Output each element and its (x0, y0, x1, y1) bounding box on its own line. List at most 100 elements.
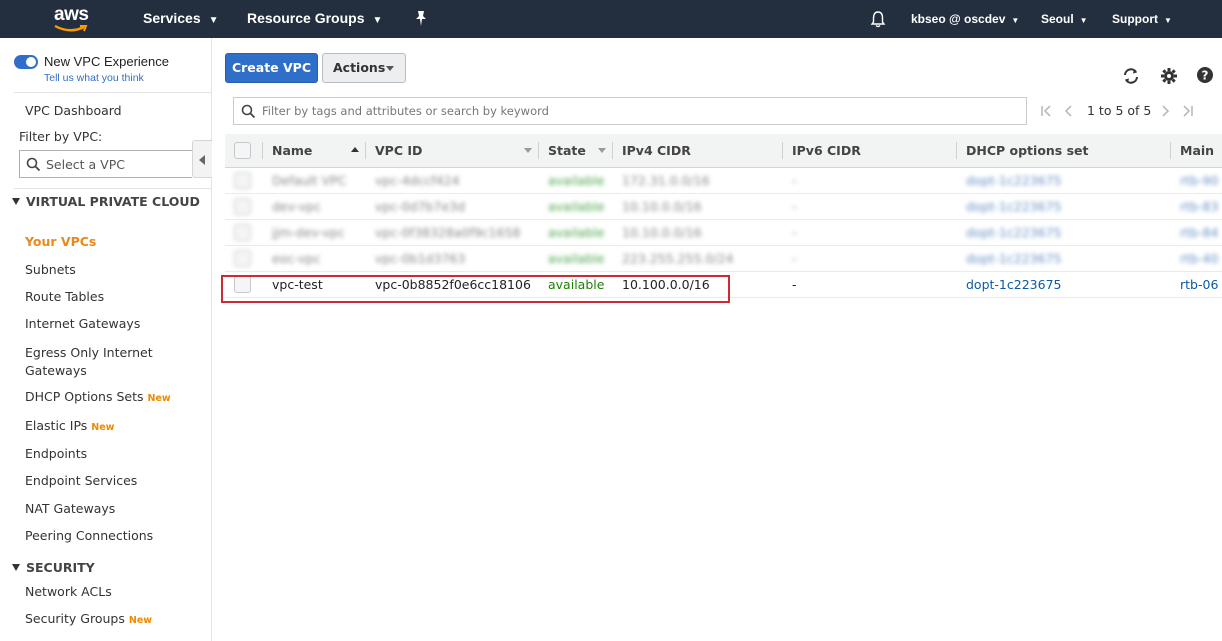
aws-logo[interactable]: aws (54, 4, 94, 34)
filter-search-input[interactable]: Filter by tags and attributes or search … (233, 97, 1027, 125)
caret-down-icon (386, 66, 394, 71)
cell-state: available (538, 245, 612, 272)
column-label: IPv6 CIDR (792, 142, 861, 158)
sidebar-item-label: Internet Gateways (25, 316, 141, 331)
row-checkbox[interactable] (234, 249, 251, 267)
vpc-table: Name VPC ID State IPv4 CIDR IPv6 CIDR DH… (225, 134, 1222, 298)
column-header-name[interactable]: Name (262, 134, 365, 168)
support-menu[interactable]: Support ▼ (1112, 12, 1172, 26)
sidebar-item-label: DHCP Options Sets (25, 389, 144, 404)
help-icon[interactable]: ? (1196, 66, 1214, 88)
column-label: Main (1180, 142, 1215, 158)
region-menu[interactable]: Seoul ▼ (1041, 12, 1088, 26)
bell-icon[interactable] (870, 10, 886, 32)
cell-name: eoc-vpc (262, 245, 365, 272)
actions-label: Actions (333, 60, 386, 75)
sidebar-item-your-vpcs[interactable]: Your VPCs (25, 234, 96, 249)
services-menu[interactable]: Services ▼ (143, 10, 219, 26)
feedback-link[interactable]: Tell us what you think (44, 72, 144, 84)
cell-name: dev-vpc (262, 193, 365, 220)
sidebar-item-label: Route Tables (25, 289, 105, 304)
sort-icon (598, 148, 606, 153)
cell-ipv6-cidr: - (782, 245, 956, 272)
cell-dhcp-link[interactable]: dopt-1c223675 (956, 245, 1170, 272)
caret-down-icon (12, 564, 20, 571)
sort-icon (524, 148, 532, 153)
collapse-sidebar-button[interactable] (192, 140, 212, 178)
pagination-count: 1 to 5 of 5 (1087, 103, 1152, 118)
gear-icon[interactable] (1160, 67, 1178, 89)
column-header-vpc-id[interactable]: VPC ID (365, 134, 538, 168)
cell-state: available (538, 219, 612, 246)
account-menu[interactable]: kbseo @ oscdev ▼ (911, 12, 1019, 26)
row-checkbox[interactable] (234, 223, 251, 241)
sidebar-item-security-groups[interactable]: Security Groups New (25, 611, 152, 626)
sidebar-item-subnets[interactable]: Subnets (25, 262, 76, 277)
prev-page-icon[interactable] (1063, 103, 1073, 122)
search-icon (26, 157, 41, 172)
sidebar-item-nat-gateways[interactable]: NAT Gateways (25, 501, 115, 516)
column-label: State (548, 142, 586, 158)
cell-ipv6-cidr: - (782, 193, 956, 220)
actions-dropdown[interactable]: Actions (322, 53, 406, 83)
sidebar-item-network-acls[interactable]: Network ACLs (25, 584, 112, 599)
cell-dhcp-link[interactable]: dopt-1c223675 (956, 193, 1170, 220)
cell-dhcp-link[interactable]: dopt-1c223675 (956, 167, 1170, 194)
sidebar-item-endpoints[interactable]: Endpoints (25, 446, 87, 461)
sidebar-item-peering-connections[interactable]: Peering Connections (25, 528, 153, 543)
chevron-down-icon: ▼ (1011, 16, 1020, 25)
cell-main-route-table-link[interactable]: rtb-84 (1170, 219, 1222, 246)
pin-icon[interactable] (413, 10, 429, 31)
search-placeholder: Filter by tags and attributes or search … (262, 104, 549, 118)
next-page-icon[interactable] (1161, 103, 1171, 122)
create-vpc-button[interactable]: Create VPC (225, 53, 318, 83)
sidebar-item-vpc-dashboard[interactable]: VPC Dashboard (25, 103, 122, 118)
cell-main-route-table-link[interactable]: rtb-06 (1170, 271, 1222, 298)
row-checkbox[interactable] (234, 197, 251, 215)
section-virtual-private-cloud[interactable]: VIRTUAL PRIVATE CLOUD (12, 193, 202, 210)
divider (14, 92, 211, 93)
cell-ipv4-cidr: 172.31.0.0/16 (612, 167, 782, 194)
select-all-checkbox[interactable] (234, 141, 251, 159)
select-all-header[interactable] (225, 134, 262, 168)
sidebar-item-label: Endpoints (25, 446, 88, 461)
table-row[interactable]: jjm-dev-vpc vpc-0f38328a0f9c1658 availab… (225, 219, 1222, 246)
new-vpc-experience-toggle[interactable] (14, 55, 38, 69)
first-page-icon[interactable] (1040, 103, 1052, 122)
table-row[interactable]: eoc-vpc vpc-0b1d3763 available 223.255.2… (225, 245, 1222, 272)
new-badge: New (147, 393, 171, 404)
row-checkbox[interactable] (234, 171, 251, 189)
section-security[interactable]: SECURITY (12, 559, 202, 576)
refresh-icon[interactable] (1121, 66, 1141, 90)
column-header-state[interactable]: State (538, 134, 612, 168)
table-row[interactable]: dev-vpc vpc-0d7b7e3d available 10.10.0.0… (225, 193, 1222, 220)
cell-dhcp-link[interactable]: dopt-1c223675 (956, 271, 1170, 298)
sidebar-item-elastic-ips[interactable]: Elastic IPs New (25, 418, 114, 433)
last-page-icon[interactable] (1182, 103, 1194, 122)
column-header-dhcp-options-set[interactable]: DHCP options set (956, 134, 1170, 168)
cell-dhcp-link[interactable]: dopt-1c223675 (956, 219, 1170, 246)
sidebar-item-label: Subnets (25, 262, 76, 277)
vpc-filter-select[interactable]: Select a VPC (19, 150, 192, 178)
sidebar-item-internet-gateways[interactable]: Internet Gateways (25, 316, 140, 331)
column-header-main[interactable]: Main (1170, 134, 1222, 168)
caret-down-icon (12, 198, 20, 205)
cell-main-route-table-link[interactable]: rtb-40 (1170, 245, 1222, 272)
sidebar-item-route-tables[interactable]: Route Tables (25, 289, 104, 304)
resource-groups-menu[interactable]: Resource Groups ▼ (247, 10, 382, 26)
column-label: VPC ID (375, 142, 423, 158)
sidebar-item-dhcp-options-sets[interactable]: DHCP Options Sets New (25, 389, 171, 404)
divider (14, 188, 211, 189)
column-label: Name (272, 142, 313, 158)
column-header-ipv6-cidr[interactable]: IPv6 CIDR (782, 134, 956, 168)
cell-main-route-table-link[interactable]: rtb-83 (1170, 193, 1222, 220)
cell-ipv4-cidr: 10.10.0.0/16 (612, 219, 782, 246)
column-header-ipv4-cidr[interactable]: IPv4 CIDR (612, 134, 782, 168)
sidebar-item-egress-only-internet-gateways[interactable]: Egress Only Internet Gateways (25, 344, 175, 380)
sidebar-item-label: Egress Only Internet Gateways (25, 345, 153, 378)
table-row[interactable]: Default VPC vpc-4dccf424 available 172.3… (225, 167, 1222, 194)
table-header-row: Name VPC ID State IPv4 CIDR IPv6 CIDR DH… (225, 134, 1222, 168)
cell-ipv6-cidr: - (782, 219, 956, 246)
sidebar-item-endpoint-services[interactable]: Endpoint Services (25, 473, 137, 488)
cell-main-route-table-link[interactable]: rtb-90 (1170, 167, 1222, 194)
